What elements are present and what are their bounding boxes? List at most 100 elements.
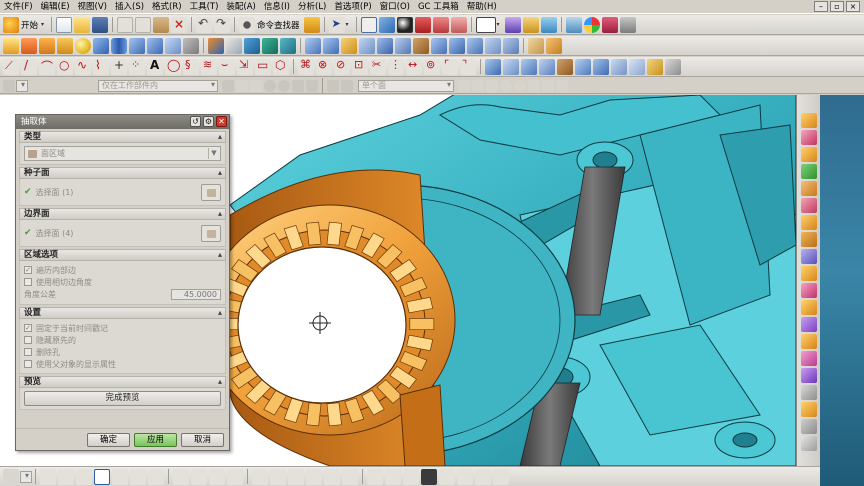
circle-icon[interactable]: ○ xyxy=(57,58,73,75)
tangent-edge-angle-checkbox[interactable] xyxy=(24,278,32,286)
new-file-icon[interactable] xyxy=(56,16,73,33)
traverse-interior-edges-row[interactable]: ✓ 遍历内部边 xyxy=(24,264,221,276)
start-menu-button[interactable]: 开始 xyxy=(21,19,38,31)
spectacle-icon[interactable] xyxy=(601,16,618,33)
intersect-curve-icon[interactable]: ⊗ xyxy=(316,58,332,75)
sphere-icon[interactable] xyxy=(75,37,91,54)
sheet-metal-icon[interactable] xyxy=(800,385,817,400)
intersect-icon[interactable] xyxy=(244,37,260,54)
analysis-pie-icon[interactable] xyxy=(583,16,600,33)
cylinder-icon[interactable] xyxy=(111,37,127,54)
type-filter-dropdown[interactable] xyxy=(16,79,28,92)
wcs-orient-icon[interactable] xyxy=(306,468,322,485)
chevron-down-icon[interactable]: ▾ xyxy=(346,21,353,28)
analyze-icon[interactable] xyxy=(475,468,491,485)
view-dropdown[interactable] xyxy=(20,470,32,483)
snap-tangent-icon[interactable] xyxy=(94,468,110,485)
snap-quadrant-icon[interactable] xyxy=(514,79,526,92)
extrude-icon[interactable] xyxy=(21,37,37,54)
offset-region-icon[interactable] xyxy=(800,249,817,264)
menu-format[interactable]: 格式(R) xyxy=(148,0,186,14)
section-boundary-face-header[interactable]: 边界面 ▴ xyxy=(19,208,226,220)
pattern-icon[interactable] xyxy=(377,37,393,54)
apply-button[interactable]: 应用 xyxy=(134,432,177,447)
move-face-icon[interactable] xyxy=(800,232,817,247)
touch-mode-icon[interactable] xyxy=(303,16,320,33)
wcs-origin-icon[interactable] xyxy=(270,468,286,485)
menu-gc-toolbox[interactable]: GC 工具箱 xyxy=(414,0,463,14)
extract-body-icon[interactable] xyxy=(800,113,817,128)
work-layer-icon[interactable] xyxy=(504,16,521,33)
extract-region-icon[interactable] xyxy=(800,147,817,162)
measure-distance-icon[interactable] xyxy=(528,37,544,54)
chevron-down-icon[interactable]: ▾ xyxy=(41,21,48,28)
snap-point-icon[interactable] xyxy=(542,79,554,92)
swept-icon[interactable] xyxy=(521,58,537,75)
through-mesh-icon[interactable] xyxy=(503,58,519,75)
chevron-down-icon[interactable]: ▾ xyxy=(497,21,504,28)
thicken-sheet-icon[interactable] xyxy=(800,402,817,417)
dialog-close-button[interactable]: ✕ xyxy=(216,116,227,127)
snap-control-icon[interactable] xyxy=(130,468,146,485)
filter-reset-icon[interactable] xyxy=(222,79,234,92)
edge-blend-icon[interactable] xyxy=(305,37,321,54)
minimize-button[interactable]: – xyxy=(814,1,828,12)
component-filter-icon[interactable] xyxy=(306,79,318,92)
section-seed-face-header[interactable]: 种子面 ▴ xyxy=(19,167,226,179)
spline-icon[interactable]: ∿ xyxy=(75,58,91,75)
parent-display-checkbox[interactable] xyxy=(24,360,32,368)
trim-body-icon[interactable] xyxy=(262,37,278,54)
text-icon[interactable]: A xyxy=(147,58,163,75)
layer-settings-icon[interactable] xyxy=(522,16,539,33)
ellipse-icon[interactable]: ◯ xyxy=(165,58,181,75)
edit-object-display-icon[interactable] xyxy=(439,468,455,485)
tangent-edge-angle-row[interactable]: 使用相切边角度 xyxy=(24,276,221,288)
body-filter-icon[interactable] xyxy=(292,79,304,92)
wire-icon[interactable] xyxy=(800,436,817,451)
rotate-face-icon[interactable] xyxy=(800,368,817,383)
close-window-button[interactable]: × xyxy=(846,1,860,12)
menu-help[interactable]: 帮助(H) xyxy=(463,0,501,14)
divide-curve-icon[interactable]: ⋮ xyxy=(388,58,404,75)
pad-icon[interactable] xyxy=(183,37,199,54)
snap-midpoint-icon[interactable] xyxy=(112,468,128,485)
undo-icon[interactable]: ↶ xyxy=(196,16,213,33)
n-sided-surface-icon[interactable] xyxy=(557,58,573,75)
face-rule-dropdown[interactable]: 单个面 xyxy=(358,79,454,92)
command-finder-button[interactable]: 命令查找器 xyxy=(257,19,300,31)
menu-window[interactable]: 窗口(O) xyxy=(376,0,414,14)
restore-button[interactable]: ▫ xyxy=(830,1,844,12)
select-arrow-icon[interactable]: ➤ xyxy=(328,16,345,33)
shell-icon[interactable] xyxy=(359,37,375,54)
offset-face-icon[interactable] xyxy=(413,37,429,54)
sew-icon[interactable] xyxy=(467,37,483,54)
curve-length-icon[interactable]: ↔ xyxy=(406,58,422,75)
snap-point-curve-icon[interactable] xyxy=(191,468,207,485)
point-icon[interactable]: + xyxy=(111,58,127,75)
unite-icon[interactable] xyxy=(208,37,224,54)
section-preview-header[interactable]: 预览 ▴ xyxy=(19,376,226,388)
open-folder-icon[interactable] xyxy=(74,16,91,33)
section-curve-icon[interactable]: ⊘ xyxy=(334,58,350,75)
snap-line-icon[interactable] xyxy=(458,79,470,92)
snap-face-icon[interactable] xyxy=(556,79,568,92)
snap-mid-icon[interactable] xyxy=(486,79,498,92)
wcs-display-icon[interactable] xyxy=(324,468,340,485)
edges-filter-icon[interactable] xyxy=(278,79,290,92)
move-to-layer-icon[interactable] xyxy=(540,16,557,33)
save-icon[interactable] xyxy=(92,16,109,33)
menu-information[interactable]: 信息(I) xyxy=(260,0,294,14)
profile-icon[interactable]: ⟋ xyxy=(3,58,19,75)
show-hide-icon[interactable] xyxy=(367,468,383,485)
replace-face-icon[interactable] xyxy=(800,198,817,213)
dialog-title-bar[interactable]: 抽取体 ↺ ⚙ ✕ xyxy=(16,115,229,129)
traverse-interior-edges-checkbox[interactable]: ✓ xyxy=(24,266,32,274)
menu-edit[interactable]: 编辑(E) xyxy=(37,0,74,14)
menu-tools[interactable]: 工具(T) xyxy=(186,0,223,14)
command-finder-icon[interactable] xyxy=(239,16,256,33)
menu-analysis[interactable]: 分析(L) xyxy=(294,0,330,14)
snap-arc-icon[interactable] xyxy=(76,468,92,485)
boss-icon[interactable] xyxy=(147,37,163,54)
hide-icon[interactable] xyxy=(403,468,419,485)
fillet-curve-icon[interactable]: ⌜ xyxy=(442,58,458,75)
